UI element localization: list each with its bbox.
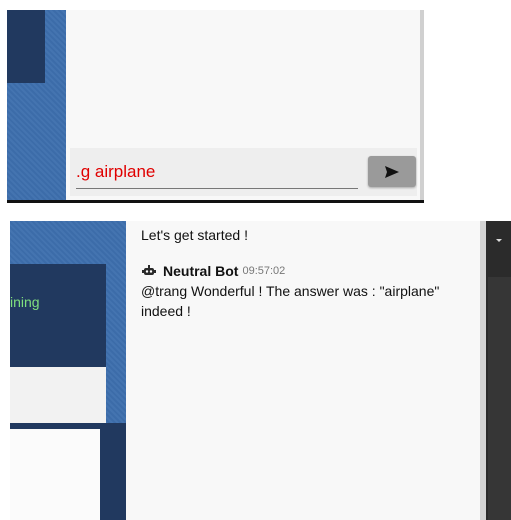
chat-scroll-border [420, 10, 424, 200]
message-author[interactable]: Neutral Bot [163, 263, 238, 279]
message-composer [70, 148, 417, 196]
game-card [7, 10, 45, 83]
game-status-text: ining [10, 294, 40, 310]
side-panel-content [488, 277, 511, 520]
message-input[interactable] [76, 158, 358, 189]
robot-icon [141, 263, 157, 279]
bottom-chat-window: ining Let's get started ! Neutral Bot 09… [10, 221, 511, 520]
top-chat-window [7, 10, 424, 203]
side-panel [486, 221, 511, 520]
send-arrow-icon [385, 165, 399, 178]
chat-message: Let's get started ! [141, 227, 248, 243]
game-status-card: ining [10, 264, 106, 367]
message-timestamp: 09:57:02 [242, 265, 286, 277]
game-info-card [10, 367, 106, 423]
send-button[interactable] [368, 156, 416, 187]
chat-message-list: Let's get started ! Neutral Bot 09:57:02… [126, 221, 480, 520]
game-board [10, 429, 100, 520]
chevron-down-icon[interactable] [496, 239, 502, 242]
screenshot-root: ining Let's get started ! Neutral [0, 0, 511, 520]
panel-divider [7, 200, 424, 203]
message-header: Neutral Bot 09:57:02 [141, 261, 285, 281]
chat-message: @trang Wonderful ! The answer was : "air… [141, 283, 440, 319]
